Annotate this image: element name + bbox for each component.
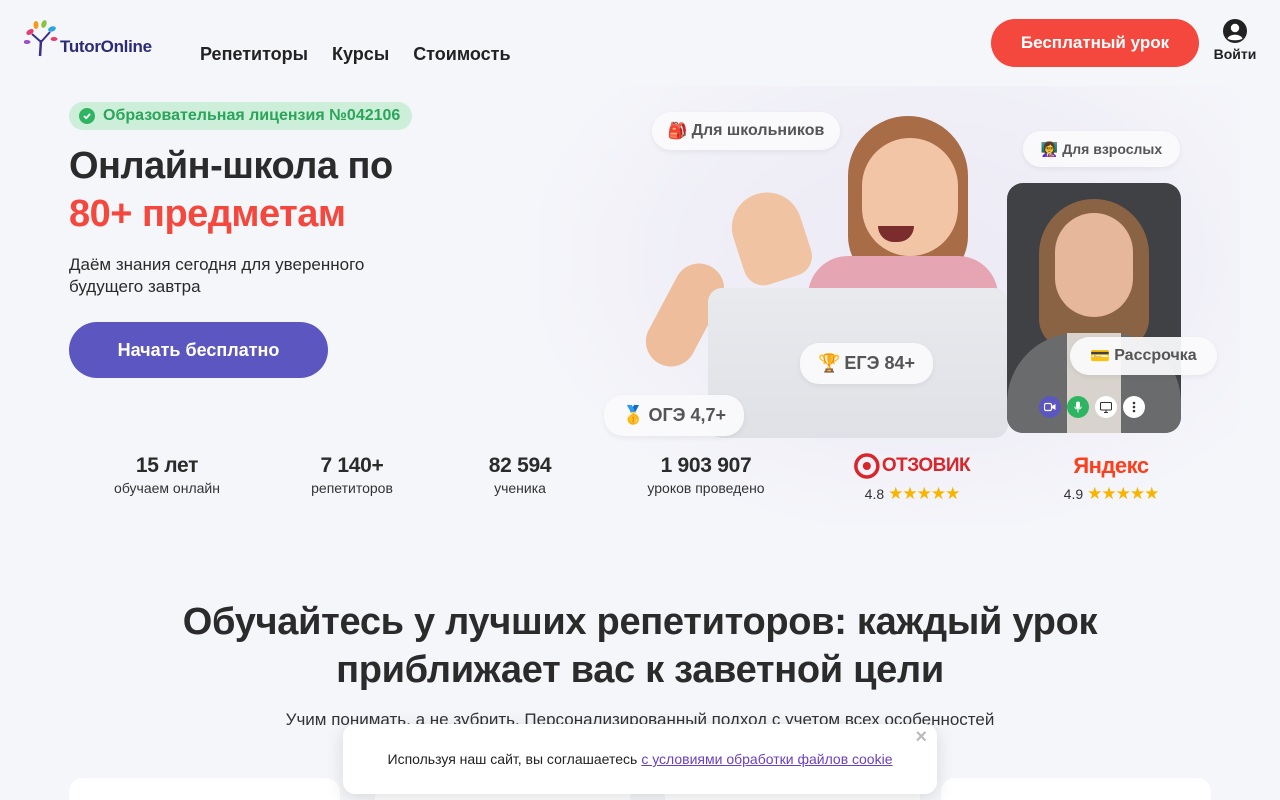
chip-ege: 🏆 ЕГЭ 84+ (800, 343, 933, 384)
cookie-policy-link[interactable]: с условиями обработки файлов cookie (641, 751, 892, 767)
hero-title-line1: Онлайн-школа по (69, 145, 393, 187)
close-icon[interactable]: × (915, 726, 927, 749)
stat-students: 82 594 ученика (488, 454, 552, 496)
yandex-rating: 4.9 ★★★★★ (1063, 484, 1160, 504)
video-controls (1039, 396, 1145, 418)
user-icon (1223, 19, 1247, 43)
yandex-name: Яндекс (1073, 453, 1149, 478)
stat-value: 1 903 907 (660, 454, 752, 477)
rating-value: 4.8 (864, 486, 885, 502)
camera-icon (1039, 396, 1061, 418)
rating-value: 4.9 (1063, 486, 1084, 502)
chip-installment-label: Рассрочка (1114, 347, 1197, 364)
backpack-icon: 🎒 (667, 123, 688, 140)
otzovik-rating: 4.8 ★★★★★ (864, 484, 961, 504)
nav-tutors[interactable]: Репетиторы (200, 44, 308, 65)
chip-installment: 💳 Рассрочка (1070, 337, 1217, 375)
card-icon: 💳 (1090, 348, 1111, 365)
tutor-face (1055, 213, 1133, 317)
free-lesson-button[interactable]: Бесплатный урок (991, 19, 1199, 67)
stat-value: 82 594 (488, 454, 552, 477)
stat-value: 7 140+ (320, 454, 384, 477)
screen-share-icon (1095, 396, 1117, 418)
more-options-icon (1123, 396, 1145, 418)
hero-title: Онлайн-школа по 80+ предметам (69, 142, 393, 238)
logo-tree-icon (24, 20, 58, 57)
review-otzovik[interactable]: ОТЗОВИК 4.8 ★★★★★ (854, 452, 971, 504)
tutor-card[interactable] (941, 778, 1211, 800)
logo-text: TutorOnline (60, 37, 152, 56)
microphone-icon (1067, 396, 1089, 418)
tutor-card[interactable] (69, 778, 340, 800)
chip-oge-label: ОГЭ 4,7+ (648, 405, 726, 425)
stat-label: ученика (494, 480, 546, 496)
chip-schoolkids: 🎒 Для школьников (652, 112, 840, 150)
teacher-icon: 👩‍🏫 (1040, 140, 1059, 157)
star-icons: ★★★★★ (1087, 484, 1159, 503)
nav-courses[interactable]: Курсы (332, 44, 389, 65)
yandex-logo: Яндекс (1073, 452, 1149, 480)
stat-label: уроков проведено (647, 480, 765, 496)
cookie-text: Используя наш сайт, вы соглашаетесь (387, 751, 638, 767)
student-face (862, 138, 958, 256)
hero-title-accent: 80+ предметам (69, 193, 346, 235)
chip-adults-label: Для взрослых (1062, 141, 1163, 157)
nav-pricing[interactable]: Стоимость (413, 44, 510, 65)
login-button[interactable]: Войти (1212, 18, 1258, 62)
stat-label: репетиторов (311, 480, 393, 496)
stat-tutors: 7 140+ репетиторов (311, 454, 393, 496)
otzovik-icon (854, 453, 880, 479)
main-nav: Репетиторы Курсы Стоимость (200, 44, 511, 65)
login-label: Войти (1213, 46, 1257, 62)
license-text: Образовательная лицензия №042106 (103, 107, 401, 124)
stat-years: 15 лет обучаем онлайн (114, 454, 220, 496)
chip-ege-label: ЕГЭ 84+ (844, 353, 915, 373)
cookie-banner: Используя наш сайт, вы соглашаетесь с ус… (343, 724, 937, 794)
chip-oge: 🥇 ОГЭ 4,7+ (604, 395, 744, 436)
medal-icon: 🥇 (622, 405, 645, 425)
trophy-icon: 🏆 (818, 353, 841, 373)
stat-label: обучаем онлайн (114, 480, 220, 496)
stat-value: 15 лет (135, 454, 199, 477)
star-icons: ★★★★★ (888, 484, 960, 503)
stat-lessons: 1 903 907 уроков проведено (647, 454, 764, 496)
otzovik-logo: ОТЗОВИК (854, 452, 971, 480)
chip-adults: 👩‍🏫 Для взрослых (1023, 131, 1180, 167)
logo[interactable]: TutorOnline (24, 20, 152, 58)
review-yandex[interactable]: Яндекс 4.9 ★★★★★ (1063, 452, 1160, 504)
check-icon (79, 108, 95, 124)
section-title: Обучайтесь у лучших репетиторов: каждый … (182, 601, 1098, 691)
license-badge: Образовательная лицензия №042106 (69, 102, 413, 130)
chip-schoolkids-label: Для школьников (691, 122, 825, 139)
hero-subtitle: Даём знания сегодня для уверенного будущ… (69, 255, 365, 296)
start-free-button[interactable]: Начать бесплатно (69, 322, 328, 378)
otzovik-name: ОТЗОВИК (881, 455, 971, 476)
